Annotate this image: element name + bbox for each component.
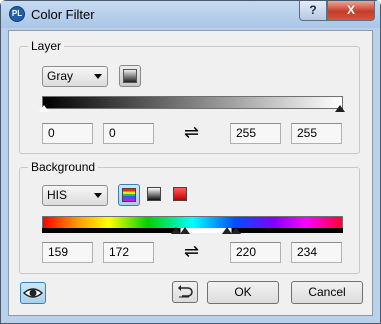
swap-icon[interactable]: ⇌: [184, 124, 199, 142]
layer-channel-select[interactable]: Gray: [42, 66, 108, 87]
saturation-mode-button[interactable]: [144, 184, 166, 206]
layer-max-handle[interactable]: [335, 105, 345, 112]
preview-toggle-button[interactable]: [20, 282, 46, 304]
intensity-color-icon: [173, 187, 187, 201]
reset-button[interactable]: [172, 281, 198, 303]
background-mode-select[interactable]: HIS: [42, 185, 108, 206]
background-mode-value: HIS: [47, 188, 68, 202]
layer-channel-value: Gray: [47, 69, 74, 83]
app-logo-icon: PL: [9, 6, 25, 22]
gray-gradient-icon: [123, 69, 137, 83]
chevron-down-icon: [94, 193, 102, 198]
hue-mode-button[interactable]: [118, 184, 140, 206]
layer-group-label: Layer: [28, 39, 65, 53]
background-min-a-field[interactable]: 159: [42, 242, 93, 263]
swap-icon[interactable]: ⇌: [184, 243, 199, 261]
background-group-label: Background: [28, 160, 99, 174]
title-bar[interactable]: PL Color Filter ? X: [1, 1, 380, 28]
chevron-down-icon: [94, 74, 102, 79]
help-button[interactable]: ?: [299, 1, 327, 21]
gray-gradient-mode-button[interactable]: [119, 65, 141, 87]
eye-icon: [22, 288, 44, 298]
background-max-handle-b[interactable]: [231, 227, 241, 234]
layer-max-a-field[interactable]: 255: [230, 123, 281, 144]
layer-min-handle[interactable]: [39, 105, 49, 112]
background-max-a-field[interactable]: 220: [230, 242, 281, 263]
hue-spectrum-icon: [122, 188, 136, 202]
layer-min-a-field[interactable]: 0: [42, 123, 93, 144]
undo-reset-icon: [178, 285, 193, 298]
dialog-body: Layer Gray 0 0 ⇌ 255 255 Background HIS: [8, 30, 373, 316]
saturation-gradient-icon: [147, 187, 161, 201]
window-title: Color Filter: [31, 7, 95, 22]
layer-gray-gradient-bar[interactable]: [42, 96, 343, 109]
background-max-b-field[interactable]: 234: [291, 242, 342, 263]
layer-min-b-field[interactable]: 0: [103, 123, 154, 144]
layer-max-b-field[interactable]: 255: [291, 123, 342, 144]
hue-selection-range-indicator: [42, 228, 343, 233]
background-min-b-field[interactable]: 172: [103, 242, 154, 263]
background-min-handle-b[interactable]: [180, 227, 190, 234]
intensity-mode-button[interactable]: [170, 184, 192, 206]
ok-button[interactable]: OK: [207, 281, 279, 304]
close-button[interactable]: X: [327, 1, 375, 21]
color-filter-dialog: PL Color Filter ? X Layer Gray 0 0 ⇌ 255…: [0, 0, 381, 324]
cancel-button[interactable]: Cancel: [291, 281, 363, 304]
